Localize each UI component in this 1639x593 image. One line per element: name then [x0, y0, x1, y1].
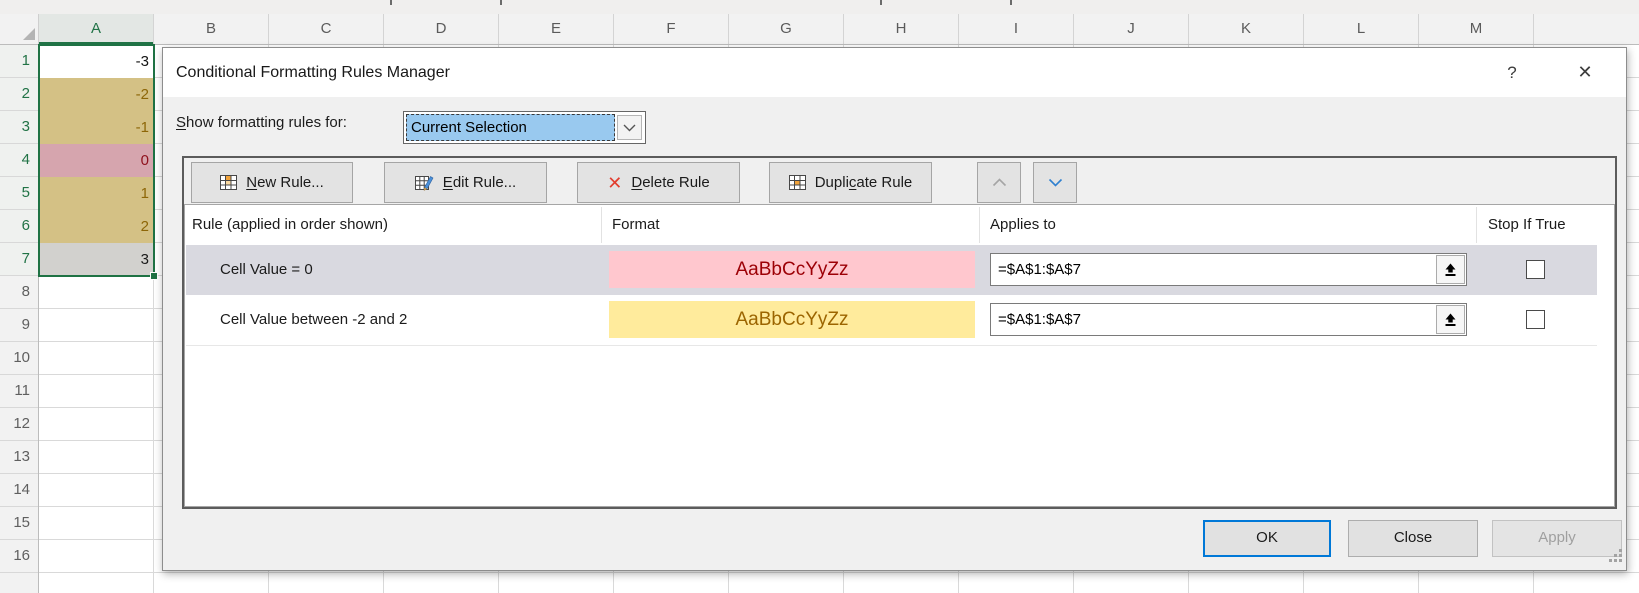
- duplicate-rule-button[interactable]: Duplicate Rule: [769, 162, 932, 203]
- edit-rule-button[interactable]: Edit Rule...: [384, 162, 547, 203]
- rule-row-cell-value-0[interactable]: Cell Value = 0 AaBbCcYyZz: [186, 245, 1597, 295]
- new-rule-button[interactable]: New Rule...: [191, 162, 353, 203]
- column-header-A[interactable]: A: [39, 14, 154, 45]
- row-header-band: 12345678910111213141516: [0, 45, 39, 593]
- column-divider: [1476, 207, 1477, 243]
- cell-A3[interactable]: -1: [39, 111, 154, 144]
- format-preview: AaBbCcYyZz: [609, 251, 975, 288]
- column-header-stop-if-true: Stop If True: [1488, 205, 1566, 245]
- dialog-titlebar[interactable]: Conditional Formatting Rules Manager ? ✕: [163, 48, 1626, 97]
- column-header-applies-to: Applies to: [990, 205, 1056, 245]
- column-header-I[interactable]: I: [959, 14, 1074, 45]
- collapse-range-button[interactable]: [1436, 305, 1465, 334]
- cell-A7[interactable]: 3: [39, 243, 154, 276]
- row-header-5[interactable]: 5: [0, 177, 38, 210]
- row-header-7[interactable]: 7: [0, 243, 38, 276]
- column-header-band: ABCDEFGHIJKLM: [39, 14, 1639, 45]
- column-header-K[interactable]: K: [1189, 14, 1304, 45]
- table-grid-icon: [220, 175, 237, 190]
- show-rules-for-label: Show formatting rules for:: [176, 114, 347, 131]
- row-header-2[interactable]: 2: [0, 78, 38, 111]
- row-header-4[interactable]: 4: [0, 144, 38, 177]
- ribbon-bottom-strip: [0, 0, 1639, 14]
- dropdown-chevron-button[interactable]: [617, 115, 642, 140]
- ribbon-tick: [880, 0, 882, 5]
- applies-to-input[interactable]: [990, 253, 1467, 286]
- column-header-L[interactable]: L: [1304, 14, 1419, 45]
- ribbon-tick: [1010, 0, 1012, 5]
- ribbon-tick: [500, 0, 502, 5]
- collapse-range-icon: [1443, 313, 1458, 327]
- column-header-G[interactable]: G: [729, 14, 844, 45]
- dropdown-selected-value: Current Selection: [406, 114, 615, 141]
- resize-grip[interactable]: [1609, 549, 1623, 567]
- column-header-M[interactable]: M: [1419, 14, 1534, 45]
- close-button[interactable]: Close: [1348, 520, 1478, 557]
- column-header-C[interactable]: C: [269, 14, 384, 45]
- rule-row-cell-value-between[interactable]: Cell Value between -2 and 2 AaBbCcYyZz: [186, 295, 1597, 345]
- cell-A2[interactable]: -2: [39, 78, 154, 111]
- red-x-icon: ✕: [607, 174, 622, 192]
- column-header-rule: Rule (applied in order shown): [192, 205, 388, 245]
- cell-A5[interactable]: 1: [39, 177, 154, 210]
- row-header-1[interactable]: 1: [0, 45, 38, 78]
- row-header-10[interactable]: 10: [0, 342, 38, 375]
- applies-to-input[interactable]: [990, 303, 1467, 336]
- format-preview: AaBbCcYyZz: [609, 301, 975, 338]
- row-header-13[interactable]: 13: [0, 441, 38, 474]
- row-header-3[interactable]: 3: [0, 111, 38, 144]
- column-header-B[interactable]: B: [154, 14, 269, 45]
- chevron-down-icon: [623, 124, 636, 132]
- column-header-partial[interactable]: [1534, 14, 1639, 45]
- ribbon-tick: [390, 0, 392, 5]
- close-icon[interactable]: ✕: [1566, 48, 1604, 97]
- row-header-15[interactable]: 15: [0, 507, 38, 540]
- column-header-E[interactable]: E: [499, 14, 614, 45]
- chevron-up-icon: [992, 178, 1007, 187]
- cell-A6[interactable]: 2: [39, 210, 154, 243]
- stop-if-true-checkbox[interactable]: [1526, 260, 1545, 279]
- move-rule-down-button[interactable]: [1033, 162, 1077, 203]
- rules-list: Rule (applied in order shown) Format App…: [184, 204, 1615, 507]
- show-rules-for-dropdown[interactable]: Current Selection: [403, 111, 646, 144]
- row-header-14[interactable]: 14: [0, 474, 38, 507]
- rules-group-box: New Rule... Edit Rule... ✕ Delete Rule D…: [182, 156, 1617, 509]
- rule-description: Cell Value = 0: [220, 245, 313, 295]
- stop-if-true-checkbox[interactable]: [1526, 310, 1545, 329]
- row-header-6[interactable]: 6: [0, 210, 38, 243]
- column-header-format: Format: [612, 205, 660, 245]
- row-header-8[interactable]: 8: [0, 276, 38, 309]
- cell-A1[interactable]: -3: [39, 45, 154, 78]
- move-rule-up-button[interactable]: [977, 162, 1021, 203]
- row-header-11[interactable]: 11: [0, 375, 38, 408]
- conditional-formatting-rules-manager-dialog: Conditional Formatting Rules Manager ? ✕…: [162, 47, 1627, 571]
- chevron-down-icon: [1048, 178, 1063, 187]
- column-divider: [601, 207, 602, 243]
- resize-grip-icon: [1609, 549, 1623, 563]
- apply-button[interactable]: Apply: [1492, 520, 1622, 557]
- list-divider: [186, 345, 1597, 346]
- table-grid-icon: [789, 175, 806, 190]
- row-header-16[interactable]: 16: [0, 540, 38, 573]
- help-button[interactable]: ?: [1493, 48, 1531, 97]
- collapse-range-icon: [1443, 263, 1458, 277]
- select-all-corner[interactable]: [0, 14, 39, 45]
- select-all-triangle-icon: [23, 28, 35, 40]
- row-header-partial[interactable]: [0, 573, 38, 593]
- column-header-H[interactable]: H: [844, 14, 959, 45]
- column-header-F[interactable]: F: [614, 14, 729, 45]
- column-header-J[interactable]: J: [1074, 14, 1189, 45]
- row-header-12[interactable]: 12: [0, 408, 38, 441]
- row-header-9[interactable]: 9: [0, 309, 38, 342]
- dialog-title: Conditional Formatting Rules Manager: [176, 48, 450, 97]
- delete-rule-button[interactable]: ✕ Delete Rule: [577, 162, 740, 203]
- collapse-range-button[interactable]: [1436, 255, 1465, 284]
- cell-A4[interactable]: 0: [39, 144, 154, 177]
- fill-handle[interactable]: [150, 272, 158, 280]
- column-divider: [979, 207, 980, 243]
- ok-button[interactable]: OK: [1203, 520, 1331, 557]
- rule-description: Cell Value between -2 and 2: [220, 295, 407, 345]
- column-header-D[interactable]: D: [384, 14, 499, 45]
- table-pencil-icon: [415, 175, 434, 191]
